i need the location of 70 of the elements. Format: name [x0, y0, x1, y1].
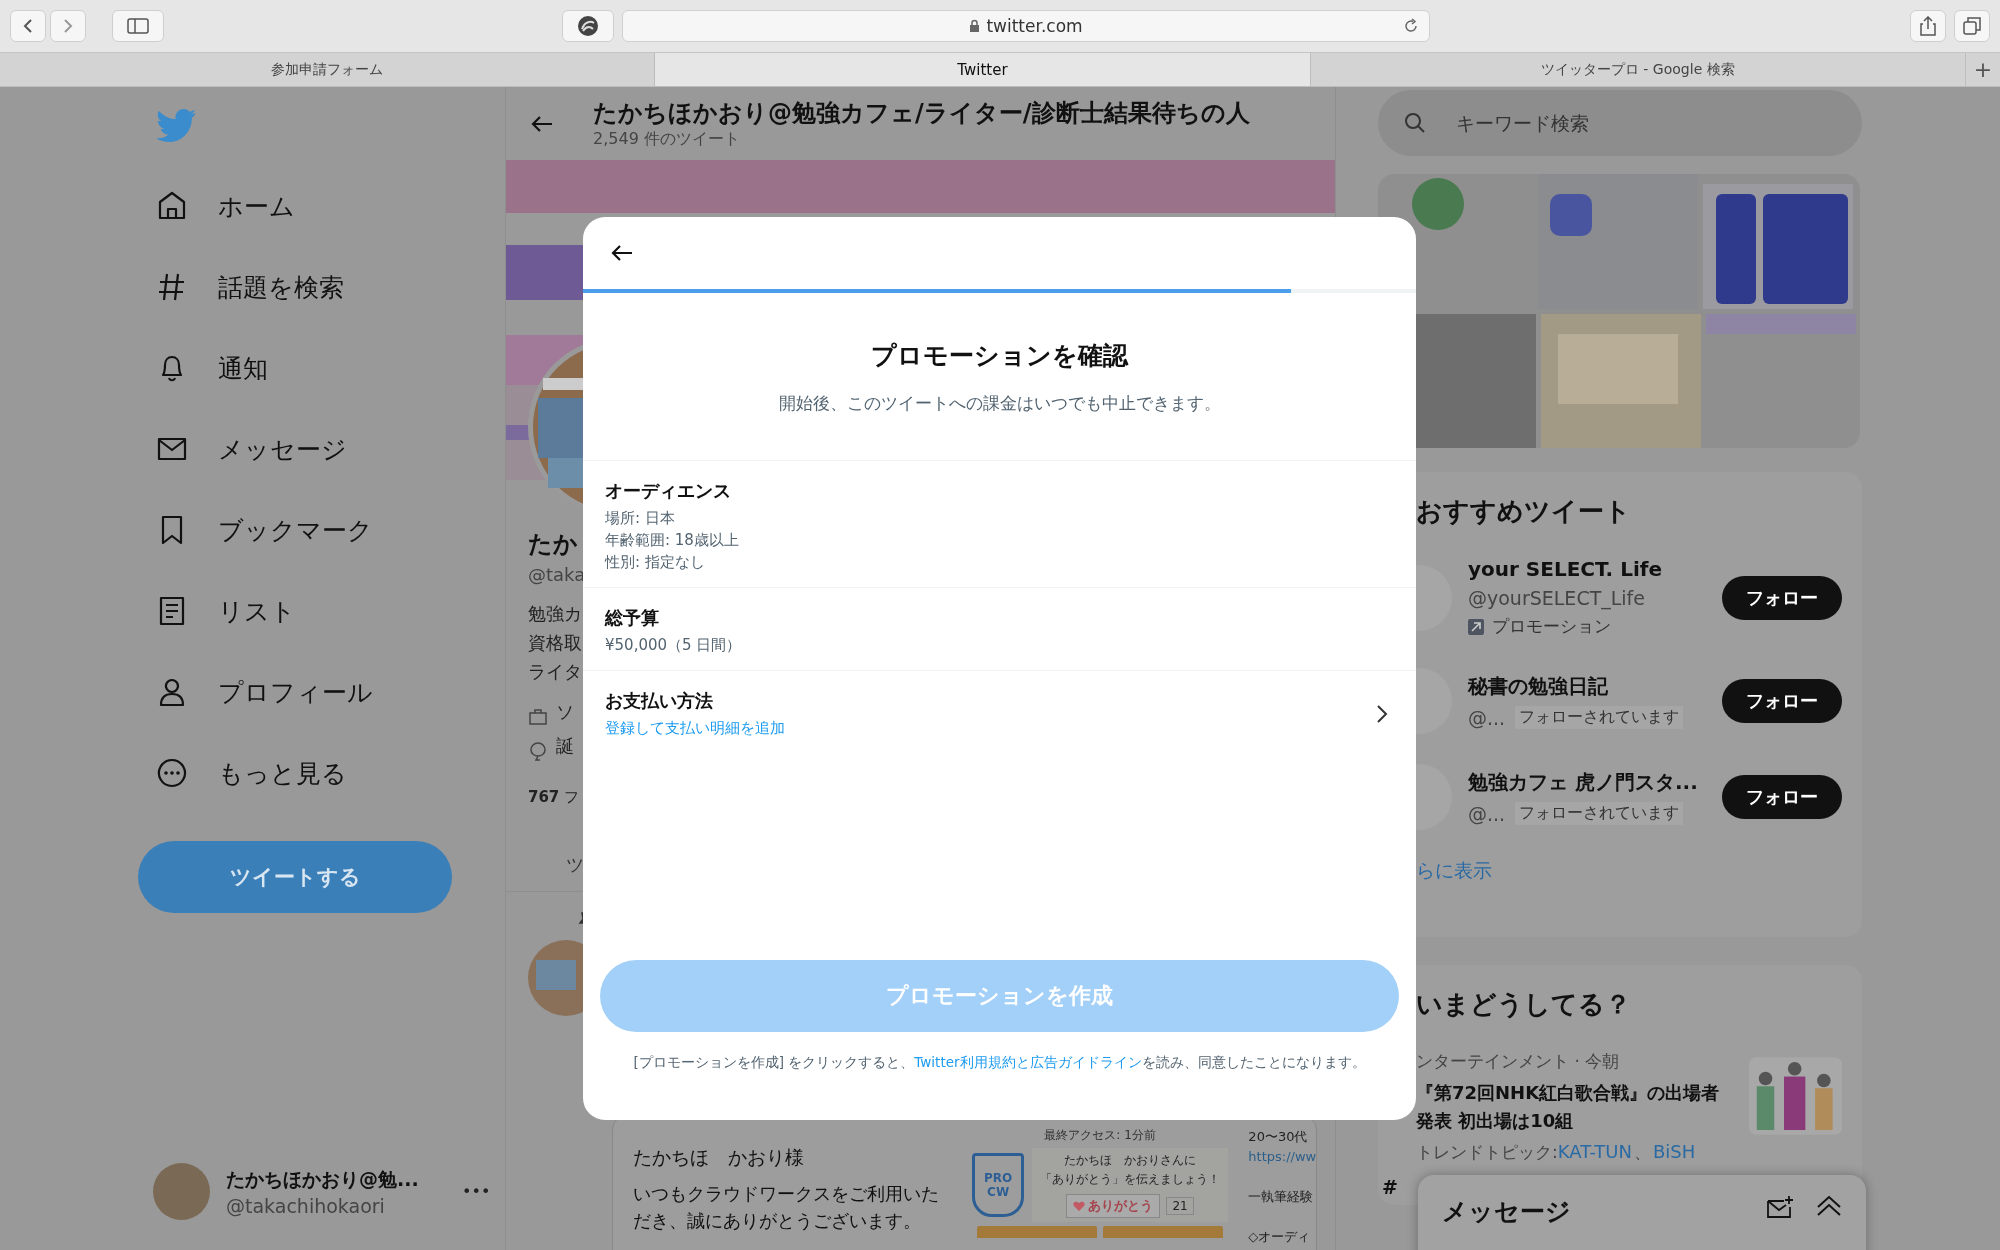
drawer-title: メッセージ: [1442, 1196, 1572, 1228]
separator: 、: [1633, 1141, 1651, 1164]
follow-button[interactable]: フォロー: [1722, 775, 1842, 819]
section-heading: オーディエンス: [605, 479, 732, 503]
thanks-count: 21: [1166, 1197, 1194, 1215]
search-field[interactable]: キーワード検索: [1378, 90, 1862, 156]
user-name[interactable]: 勉強カフェ 虎ノ門スタ...: [1468, 769, 1706, 796]
promoted-label: プロモーション: [1492, 615, 1611, 638]
section-detail: 場所: 日本: [605, 508, 676, 529]
bio-fragment: ライタ: [528, 660, 582, 684]
user-name[interactable]: 秘書の勉強日記: [1468, 673, 1706, 700]
section-detail: 性別: 指定なし: [605, 552, 706, 573]
account-name: たかちほかおり@勉...: [226, 1166, 420, 1192]
browser-tab[interactable]: ツイッタープロ - Google 検索: [1310, 53, 1966, 86]
profile-name-fragment: たか: [528, 529, 578, 560]
side-text: 一執筆経験: [1248, 1188, 1315, 1206]
nav-item[interactable]: ホーム: [138, 178, 505, 234]
tweet-count: 2,549 件のツイート: [593, 129, 741, 150]
thanks-text: 「ありがとう」を伝えましょう！: [1040, 1171, 1221, 1188]
badge-text: PRO: [984, 1171, 1013, 1185]
side-text: https://ww: [1248, 1148, 1316, 1166]
trend-headline: 『第72回NHK紅白歌合戦』の出場者発表 初出場は10組: [1416, 1081, 1721, 1133]
more-button[interactable]: •••: [462, 1182, 491, 1201]
profile-handle-fragment: @taka: [528, 564, 586, 585]
bio-fragment: 資格取: [528, 631, 582, 655]
nav-item[interactable]: もっと見る: [138, 745, 505, 801]
trend-meta: ンターテインメント · 今朝: [1416, 1050, 1621, 1073]
follows-you-label: フォローされています: [1515, 706, 1684, 729]
nav-item[interactable]: プロフィール: [138, 664, 505, 720]
follow-button[interactable]: フォロー: [1722, 679, 1842, 723]
message-text: いつもクラウドワークスをご利用いただき、誠にありがとうございます。: [633, 1183, 940, 1233]
trend-topics-label: トレンドトピック:: [1416, 1141, 1558, 1164]
side-text: 20〜30代: [1248, 1128, 1309, 1146]
section-heading: お支払い方法: [605, 689, 714, 713]
hashtag-fragment: #: [1382, 1176, 1399, 1198]
follows-you-label: フォローされています: [1515, 802, 1684, 825]
bio-fragment: 勉強カ: [528, 602, 582, 626]
nav-item[interactable]: リスト: [138, 583, 505, 639]
profile-meta-fragment: ソ: [556, 700, 574, 724]
user-name[interactable]: your SELECT. Life: [1468, 557, 1706, 581]
account-handle: @takachihokaori: [226, 1194, 386, 1217]
side-text: ◇オーディ: [1248, 1228, 1312, 1246]
section-detail: 年齢範囲: 18歳以上: [605, 530, 740, 551]
address-bar[interactable]: twitter.com: [622, 10, 1430, 42]
terms-notice: [プロモーションを作成] をクリックすると、Twitter利用規約と広告ガイドラインを読み、同意したことになります。: [632, 1054, 1367, 1072]
nav-item[interactable]: メッセージ: [138, 421, 505, 477]
section-heading: 総予算: [605, 606, 660, 630]
url-text: twitter.com: [986, 16, 1083, 36]
browser-tab[interactable]: Twitter: [655, 53, 1311, 86]
badge-text: CW: [987, 1185, 1010, 1199]
new-tab-button[interactable]: +: [1966, 53, 2000, 86]
user-handle: @...: [1468, 706, 1506, 729]
section-title: おすすめツイート: [1416, 495, 1632, 528]
last-access-text: 最終アクセス: 1分前: [1044, 1127, 1156, 1144]
nav-item[interactable]: 通知: [138, 340, 505, 396]
following-count-fragment: 767 フ: [528, 788, 580, 807]
tweet-button[interactable]: ツイートする: [138, 841, 452, 913]
profile-meta-fragment: 誕: [556, 734, 574, 758]
user-handle: @...: [1468, 802, 1506, 825]
messages-drawer[interactable]: メッセージ: [1418, 1175, 1866, 1250]
user-handle: @yourSELECT_Life: [1468, 587, 1646, 609]
section-detail: ¥50,000（5 日間）: [605, 635, 743, 656]
message-greeting: たかちほ かおり様: [633, 1145, 805, 1170]
nav-item[interactable]: ブックマーク: [138, 502, 505, 558]
follow-button[interactable]: フォロー: [1722, 575, 1842, 620]
profile-name: たかちほかおり@勉強カフェ/ライター/診断士結果待ちの人: [593, 98, 1250, 129]
profile-tab-fragment[interactable]: ツ: [528, 853, 584, 877]
thanks-text: たかちほ かおりさんに: [1064, 1152, 1197, 1169]
nav-item[interactable]: 話題を検索: [138, 259, 505, 315]
section-title: いまどうしてる？: [1416, 988, 1632, 1021]
